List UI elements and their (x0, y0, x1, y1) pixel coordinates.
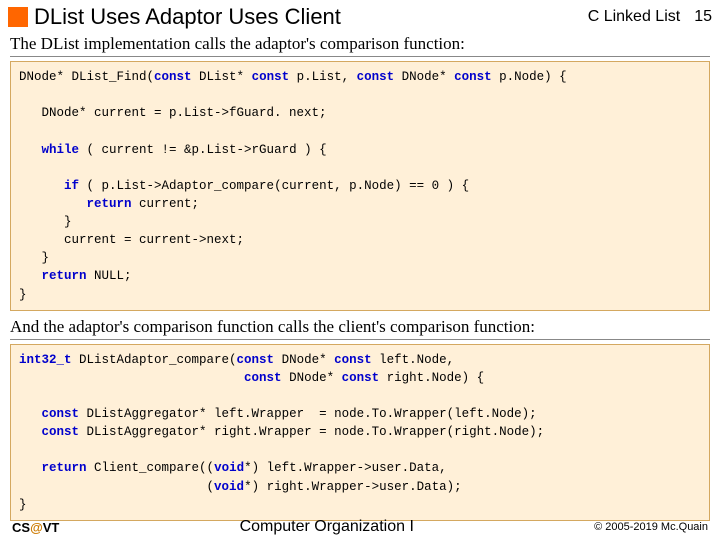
code-text: DList* (192, 70, 252, 84)
code-text: NULL; (87, 269, 132, 283)
keyword-const: const (334, 353, 372, 367)
code-text: DNode* (274, 353, 334, 367)
slide-title: DList Uses Adaptor Uses Client (34, 4, 588, 30)
keyword-void: void (214, 461, 244, 475)
footer-left: CS@VT (12, 520, 59, 535)
keyword-const: const (342, 371, 380, 385)
keyword-const: const (42, 407, 80, 421)
slide-content: The DList implementation calls the adapt… (0, 32, 720, 521)
code-text: *) left.Wrapper->user.Data, (244, 461, 447, 475)
slide-header: DList Uses Adaptor Uses Client C Linked … (0, 0, 720, 32)
code-text: left.Node, (372, 353, 455, 367)
keyword-const: const (42, 425, 80, 439)
keyword-return: return (42, 461, 87, 475)
keyword-const: const (154, 70, 192, 84)
code-text: p.List, (289, 70, 357, 84)
code-text: DListAdaptor_compare( (72, 353, 237, 367)
code-text: *) right.Wrapper->user.Data); (244, 480, 462, 494)
code-block-1: DNode* DList_Find(const DList* const p.L… (10, 61, 710, 311)
code-text (19, 407, 42, 421)
keyword-const: const (357, 70, 395, 84)
code-text: right.Node) { (379, 371, 484, 385)
keyword-const: const (244, 371, 282, 385)
code-text: ( current != &p.List->rGuard ) { (79, 143, 327, 157)
code-text: current = current->next; (19, 233, 244, 247)
code-text: p.Node) { (492, 70, 567, 84)
code-text (19, 179, 64, 193)
code-text: ( p.List->Adaptor_compare(current, p.Nod… (79, 179, 469, 193)
code-text: } (19, 215, 72, 229)
code-text: DNode* (282, 371, 342, 385)
code-text: DNode* (394, 70, 454, 84)
code-text: ( (19, 480, 214, 494)
code-text: current; (132, 197, 200, 211)
intro-text-2: And the adaptor's comparison function ca… (10, 317, 710, 340)
footer-center: Computer Organization I (59, 518, 594, 536)
keyword-const: const (454, 70, 492, 84)
code-block-2: int32_t DListAdaptor_compare(const DNode… (10, 344, 710, 521)
keyword-const: const (237, 353, 275, 367)
code-text (19, 197, 87, 211)
keyword-int32: int32_t (19, 353, 72, 367)
footer-vt: VT (43, 520, 60, 535)
intro-text-1: The DList implementation calls the adapt… (10, 34, 710, 57)
code-text (19, 425, 42, 439)
keyword-const: const (252, 70, 290, 84)
code-text (19, 371, 244, 385)
footer-at-icon: @ (30, 520, 43, 535)
keyword-return: return (42, 269, 87, 283)
code-text: DListAggregator* right.Wrapper = node.To… (79, 425, 544, 439)
code-text: DNode* current = p.List->fGuard. next; (19, 106, 327, 120)
keyword-if: if (64, 179, 79, 193)
code-text: DNode* DList_Find( (19, 70, 154, 84)
slide-subtitle: C Linked List (588, 8, 681, 26)
code-text (19, 269, 42, 283)
code-text: } (19, 498, 27, 512)
code-text: } (19, 251, 49, 265)
code-text (19, 461, 42, 475)
footer-cs: CS (12, 520, 30, 535)
code-text (19, 143, 42, 157)
keyword-return: return (87, 197, 132, 211)
code-text: DListAggregator* left.Wrapper = node.To.… (79, 407, 537, 421)
footer-copyright: © 2005-2019 Mc.Quain (594, 521, 708, 533)
header-bullet-icon (8, 7, 28, 27)
keyword-void: void (214, 480, 244, 494)
code-text: Client_compare(( (87, 461, 215, 475)
page-number: 15 (694, 8, 712, 26)
keyword-while: while (42, 143, 80, 157)
code-text: } (19, 288, 27, 302)
slide-footer: CS@VT Computer Organization I © 2005-201… (0, 518, 720, 536)
